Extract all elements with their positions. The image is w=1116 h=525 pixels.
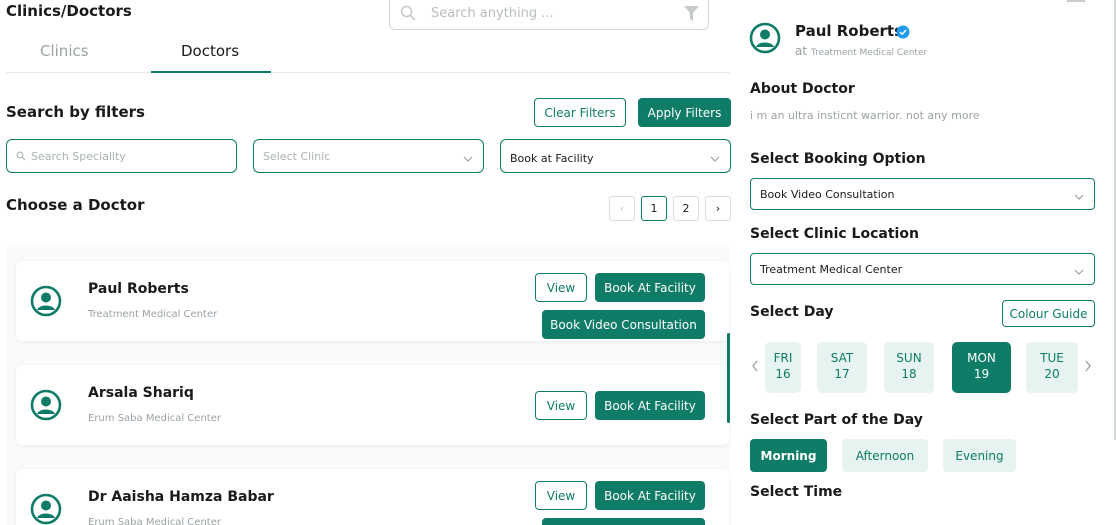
pagination-prev-button[interactable]: ‹	[609, 196, 635, 221]
day-date: 17	[834, 367, 850, 381]
doctor-clinic: Erum Saba Medical Center	[88, 413, 221, 424]
chevron-left-icon[interactable]	[750, 358, 760, 377]
avatar-icon	[30, 285, 62, 321]
colour-guide-button[interactable]: Colour Guide	[1002, 300, 1095, 327]
day-weekday: TUE	[1040, 351, 1064, 365]
about-heading: About Doctor	[750, 81, 855, 97]
time-heading: Select Time	[750, 484, 843, 500]
location-heading: Select Clinic Location	[750, 226, 919, 242]
day-weekday: SAT	[830, 351, 854, 365]
book-video-consultation-button[interactable]	[542, 518, 705, 525]
chevron-down-icon	[1074, 190, 1084, 203]
doctor-search-panel: Clinics/Doctors Search anything ... Clin…	[0, 0, 735, 525]
avatar-icon	[30, 493, 62, 525]
location-value: Treatment Medical Center	[760, 263, 903, 276]
day-date: 20	[1044, 367, 1060, 381]
chevron-right-icon[interactable]	[1083, 358, 1093, 377]
tab-clinics[interactable]: Clinics	[40, 42, 89, 60]
detail-doctor-name: Paul Roberts	[795, 22, 904, 40]
chevron-down-icon	[710, 152, 720, 165]
day-date: 16	[775, 367, 791, 381]
clinic-select-placeholder: Select Clinic	[263, 150, 331, 163]
verified-badge-icon	[896, 24, 910, 43]
doctor-detail-panel: Paul Roberts at Treatment Medical Center…	[735, 0, 1116, 525]
detail-clinic-name: Treatment Medical Center	[810, 48, 928, 58]
view-doctor-button[interactable]: View	[535, 481, 587, 510]
doctor-clinic: Treatment Medical Center	[88, 309, 218, 320]
doctor-list: Paul Roberts Treatment Medical Center Vi…	[6, 245, 730, 525]
chevron-left-icon: ‹	[619, 202, 625, 215]
booking-option-heading: Select Booking Option	[750, 151, 926, 167]
choose-doctor-heading: Choose a Doctor	[6, 196, 145, 214]
book-at-facility-button[interactable]: Book At Facility	[595, 481, 705, 510]
doctor-card[interactable]: Dr Aaisha Hamza Babar Erum Saba Medical …	[16, 469, 729, 525]
speciality-placeholder: Search Speciality	[31, 150, 126, 163]
pagination-page-1[interactable]: 1	[641, 196, 667, 221]
pagination-page-2[interactable]: 2	[673, 196, 699, 221]
doctor-name: Dr Aaisha Hamza Babar	[88, 489, 274, 505]
speciality-search-input[interactable]: Search Speciality	[6, 139, 237, 173]
clinic-location-select[interactable]: Treatment Medical Center	[750, 253, 1095, 285]
pagination-next-button[interactable]: ›	[705, 196, 731, 221]
day-option[interactable]: TUE 20	[1026, 342, 1078, 393]
global-search-input[interactable]: Search anything ...	[389, 0, 709, 30]
day-weekday: SUN	[896, 351, 922, 365]
doctor-clinic: Erum Saba Medical Center	[88, 517, 221, 525]
avatar-icon	[749, 22, 781, 58]
search-icon	[400, 5, 416, 25]
detail-clinic-line: at Treatment Medical Center	[795, 44, 927, 58]
clinic-select[interactable]: Select Clinic	[253, 139, 484, 173]
book-at-facility-button[interactable]: Book At Facility	[595, 391, 705, 420]
day-weekday: FRI	[773, 351, 793, 365]
about-text: i m an ultra insticnt warrior. not any m…	[750, 109, 980, 122]
chevron-down-icon	[463, 152, 473, 165]
day-option-selected[interactable]: MON 19	[952, 342, 1011, 393]
clear-filters-button[interactable]: Clear Filters	[534, 98, 626, 127]
tab-doctors[interactable]: Doctors	[181, 42, 239, 60]
booking-type-value: Book at Facility	[510, 152, 594, 165]
filter-icon[interactable]	[683, 5, 700, 26]
list-scrollbar[interactable]	[727, 333, 730, 423]
tab-bar: Clinics Doctors	[6, 32, 730, 73]
part-of-day-heading: Select Part of the Day	[750, 412, 923, 428]
part-afternoon-button[interactable]: Afternoon	[842, 439, 928, 472]
day-heading: Select Day	[750, 304, 834, 320]
active-tab-indicator	[151, 71, 271, 73]
booking-option-value: Book Video Consultation	[760, 188, 895, 201]
booking-type-select[interactable]: Book at Facility	[500, 139, 731, 173]
doctor-card[interactable]: Arsala Shariq Erum Saba Medical Center V…	[16, 365, 729, 445]
avatar-icon	[30, 389, 62, 425]
doctor-card[interactable]: Paul Roberts Treatment Medical Center Vi…	[16, 261, 729, 341]
view-doctor-button[interactable]: View	[535, 391, 587, 420]
part-morning-button[interactable]: Morning	[750, 439, 827, 472]
day-option[interactable]: SUN 18	[884, 342, 934, 393]
chevron-right-icon: ›	[715, 202, 721, 215]
book-at-facility-button[interactable]: Book At Facility	[595, 273, 705, 302]
view-doctor-button[interactable]: View	[535, 273, 587, 302]
part-evening-button[interactable]: Evening	[943, 439, 1016, 472]
book-video-consultation-button[interactable]: Book Video Consultation	[542, 310, 705, 339]
day-option[interactable]: SAT 17	[817, 342, 867, 393]
page-title: Clinics/Doctors	[6, 2, 132, 20]
chevron-down-icon	[1074, 265, 1084, 278]
day-option[interactable]: FRI 16	[765, 342, 801, 393]
day-date: 18	[901, 367, 917, 381]
doctor-name: Arsala Shariq	[88, 385, 194, 401]
at-prefix: at	[795, 44, 808, 58]
booking-option-select[interactable]: Book Video Consultation	[750, 178, 1095, 210]
apply-filters-button[interactable]: Apply Filters	[638, 98, 731, 127]
day-date: 19	[973, 367, 990, 381]
drag-handle[interactable]	[1067, 0, 1085, 2]
doctor-name: Paul Roberts	[88, 281, 189, 297]
filters-heading: Search by filters	[6, 103, 145, 121]
day-weekday: MON	[967, 351, 996, 365]
search-placeholder: Search anything ...	[431, 6, 554, 21]
search-icon	[16, 151, 26, 164]
